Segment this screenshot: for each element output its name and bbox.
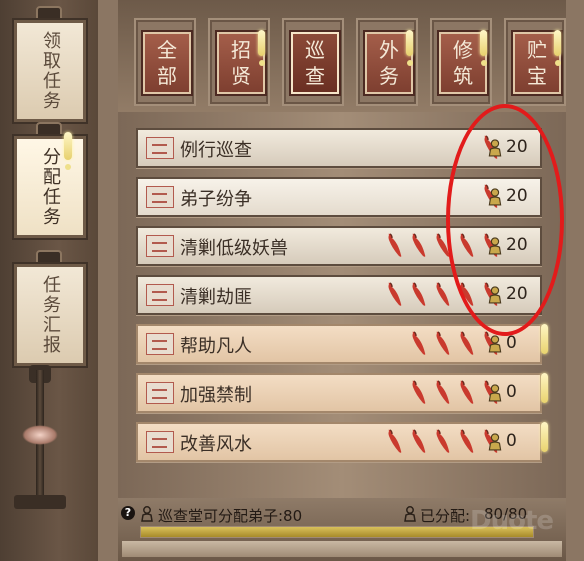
category-char: 查	[305, 64, 325, 88]
person-icon	[141, 506, 153, 522]
tab-assign-task[interactable]: 分配任务	[14, 136, 86, 238]
category-char: 部	[157, 64, 177, 88]
disciple-icon	[488, 335, 502, 353]
category-slot: 全部	[134, 18, 196, 106]
alert-exclamation-icon	[554, 30, 561, 66]
pepper-difficulty-icon	[410, 233, 428, 259]
category-char: 外	[379, 38, 399, 62]
assigned-label: 已分配:	[420, 507, 471, 525]
alert-exclamation-icon	[406, 30, 413, 66]
task-name: 例行巡查	[180, 140, 252, 161]
pepper-difficulty-icon	[458, 380, 476, 406]
tab-task-report[interactable]: 任务汇报	[14, 264, 86, 366]
category-char: 务	[379, 64, 399, 88]
pepper-difficulty-icon	[434, 429, 452, 455]
available-disciples-label: 巡查堂可分配弟子:80	[158, 507, 303, 525]
category-char: 贮	[527, 38, 547, 62]
task-name: 弟子纷争	[180, 189, 252, 210]
sidebar: 领取任务 分配任务 任务汇报	[0, 0, 98, 561]
alert-exclamation-icon	[258, 30, 265, 66]
category-char: 贤	[231, 64, 251, 88]
category-char: 筑	[453, 64, 473, 88]
category-slot: 巡查	[282, 18, 344, 106]
lamp-base	[14, 495, 66, 509]
category-button-0[interactable]: 全部	[143, 32, 191, 94]
task-name: 清剿低级妖兽	[180, 238, 288, 259]
pepper-difficulty-icon	[410, 282, 428, 308]
pepper-difficulty-icon	[410, 331, 428, 357]
task-row[interactable]: 清剿低级妖兽 20	[136, 226, 542, 266]
alert-exclamation-icon	[541, 422, 548, 452]
person-icon	[404, 506, 416, 522]
help-icon[interactable]: ?	[121, 506, 135, 520]
seal-icon	[146, 186, 174, 208]
tab-label: 领取任务	[40, 31, 61, 111]
watermark: Duote	[470, 506, 554, 536]
disciple-icon	[488, 139, 502, 157]
category-char: 宝	[527, 64, 547, 88]
pepper-difficulty-icon	[410, 429, 428, 455]
disciple-icon	[488, 286, 502, 304]
seal-icon	[146, 284, 174, 306]
task-row[interactable]: 清剿劫匪 20	[136, 275, 542, 315]
pepper-difficulty-icon	[386, 429, 404, 455]
disciple-count: 20	[506, 284, 528, 304]
disciple-count: 20	[506, 137, 528, 157]
seal-icon	[146, 431, 174, 453]
tab-claim-task[interactable]: 领取任务	[14, 20, 86, 122]
category-char: 巡	[305, 38, 325, 62]
disciple-count: 0	[506, 333, 517, 353]
alert-exclamation-icon	[541, 373, 548, 403]
pepper-difficulty-icon	[458, 429, 476, 455]
pepper-difficulty-icon	[458, 233, 476, 259]
pepper-difficulty-icon	[386, 233, 404, 259]
disciple-count: 0	[506, 431, 517, 451]
tab-label: 任务汇报	[40, 275, 61, 355]
task-row[interactable]: 改善风水 0	[136, 422, 548, 462]
bottom-scroll-strip	[122, 541, 562, 557]
pepper-difficulty-icon	[434, 233, 452, 259]
pepper-difficulty-icon	[410, 380, 428, 406]
disciple-icon	[488, 188, 502, 206]
category-slot: 修筑	[430, 18, 492, 106]
seal-icon	[146, 333, 174, 355]
category-button-2[interactable]: 巡查	[291, 32, 339, 94]
category-slot: 招贤	[208, 18, 270, 106]
disciple-count: 20	[506, 235, 528, 255]
alert-exclamation-icon	[480, 30, 487, 66]
pepper-difficulty-icon	[458, 331, 476, 357]
disciple-icon	[488, 237, 502, 255]
task-row[interactable]: 加强禁制 0	[136, 373, 548, 413]
pepper-difficulty-icon	[386, 282, 404, 308]
pepper-difficulty-icon	[458, 282, 476, 308]
alert-exclamation-icon	[541, 324, 548, 354]
pepper-difficulty-icon	[434, 380, 452, 406]
category-char: 招	[231, 38, 251, 62]
alert-exclamation-icon	[64, 132, 72, 170]
lamp-glow	[22, 425, 58, 445]
disciple-count: 0	[506, 382, 517, 402]
disciple-icon	[488, 384, 502, 402]
category-char: 修	[453, 38, 473, 62]
task-row[interactable]: 帮助凡人 0	[136, 324, 548, 364]
category-slot: 贮宝	[504, 18, 566, 106]
task-name: 帮助凡人	[180, 336, 252, 357]
pepper-difficulty-icon	[434, 331, 452, 357]
disciple-icon	[488, 433, 502, 451]
task-row[interactable]: 弟子纷争 20	[136, 177, 542, 217]
task-row[interactable]: 例行巡查 20	[136, 128, 542, 168]
task-name: 加强禁制	[180, 385, 252, 406]
disciple-count: 20	[506, 186, 528, 206]
seal-icon	[146, 235, 174, 257]
task-name: 改善风水	[180, 434, 252, 455]
tab-label: 分配任务	[40, 147, 61, 227]
category-char: 全	[157, 38, 177, 62]
seal-icon	[146, 137, 174, 159]
category-slot: 外务	[356, 18, 418, 106]
task-name: 清剿劫匪	[180, 287, 252, 308]
pepper-difficulty-icon	[434, 282, 452, 308]
seal-icon	[146, 382, 174, 404]
